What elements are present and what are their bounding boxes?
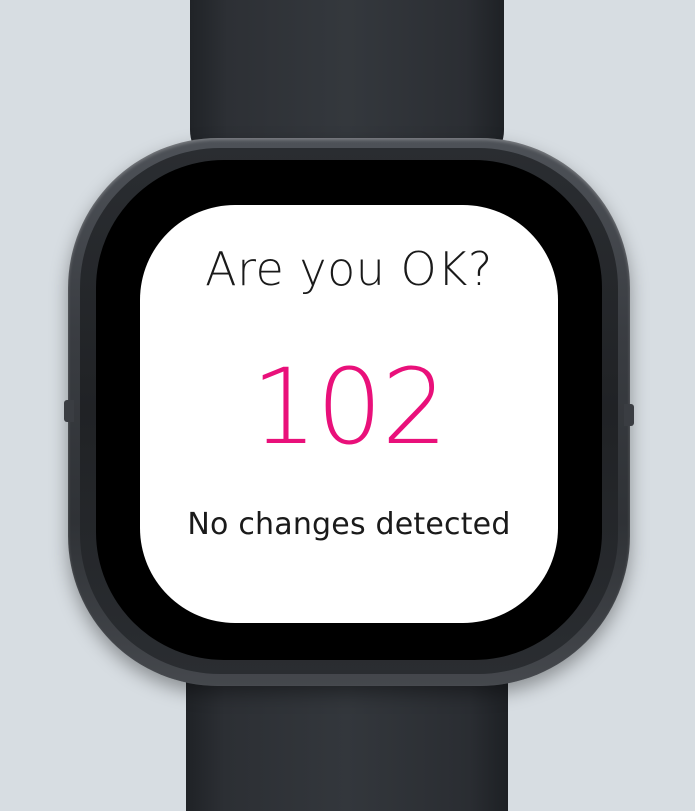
watch-scene: Are you OK? 102 No changes detected [0,0,695,811]
reading-value: 102 [251,346,448,468]
prompt-title: Are you OK? [205,242,493,296]
status-text: No changes detected [187,507,511,542]
watch-side-button-right[interactable] [624,404,634,426]
watch-side-button-left[interactable] [64,400,74,422]
watch-display[interactable]: Are you OK? 102 No changes detected [140,205,558,623]
